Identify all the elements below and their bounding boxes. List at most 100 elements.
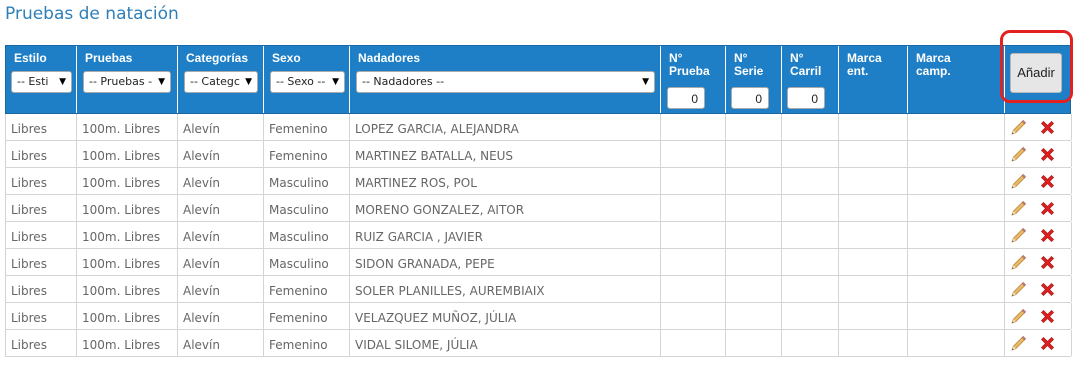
delete-x-icon[interactable] [1039,146,1056,163]
pencil-icon[interactable] [1010,200,1027,217]
cell-prueba: 100m. Libres [77,141,178,167]
cell-empty [726,168,782,194]
cell-empty [839,168,908,194]
delete-x-icon[interactable] [1039,335,1056,352]
cell-categoria: Alevín [178,303,264,329]
row-actions [1005,222,1072,248]
pencil-icon[interactable] [1010,119,1027,136]
cell-empty [782,249,839,275]
cell-empty [782,114,839,140]
cell-empty [908,330,1005,356]
n-prueba-input[interactable]: 0 [667,87,705,109]
pencil-icon[interactable] [1010,335,1027,352]
pencil-icon[interactable] [1010,227,1027,244]
cell-nadador: VELAZQUEZ MUÑOZ, JÚLIA [350,303,661,329]
cell-empty [782,195,839,221]
table-row: Libres 100m. Libres Alevín Femenino LOPEZ GA… [5,114,1072,141]
column-label-pruebas: Pruebas [85,51,133,65]
pencil-icon[interactable] [1010,254,1027,271]
cell-sexo: Masculino [264,168,350,194]
cell-empty [661,222,726,248]
add-button[interactable]: Añadir [1010,53,1062,93]
column-marca-camp: Marca camp. [908,46,1005,113]
column-label-nadadores: Nadadores [358,51,421,65]
cell-empty [839,303,908,329]
categorias-filter-select[interactable]: -- Categc ▼ [184,71,258,93]
cell-nadador: MORENO GONZALEZ, AITOR [350,195,661,221]
delete-x-icon[interactable] [1039,281,1056,298]
pencil-icon[interactable] [1010,308,1027,325]
cell-empty [782,168,839,194]
cell-empty [726,249,782,275]
cell-empty [661,168,726,194]
cell-prueba: 100m. Libres [77,195,178,221]
cell-empty [908,114,1005,140]
cell-empty [782,222,839,248]
delete-x-icon[interactable] [1039,227,1056,244]
sexo-filter-select[interactable]: -- Sexo -- ▼ [270,71,345,93]
cell-empty [839,222,908,248]
table-row: Libres 100m. Libres Alevín Femenino SOLER PL… [5,276,1072,303]
cell-sexo: Femenino [264,276,350,302]
column-n-prueba: N° Prueba 0 [661,46,726,113]
cell-categoria: Alevín [178,141,264,167]
chevron-down-icon: ▼ [245,77,252,87]
cell-empty [839,141,908,167]
estilo-filter-select[interactable]: -- Esti ▼ [11,71,72,93]
cell-prueba: 100m. Libres [77,114,178,140]
table-row: Libres 100m. Libres Alevín Femenino VIDAL SI… [5,330,1072,357]
column-n-carril: N° Carril 0 [782,46,839,113]
cell-empty [782,303,839,329]
cell-prueba: 100m. Libres [77,222,178,248]
chevron-down-icon: ▼ [59,77,66,87]
delete-x-icon[interactable] [1039,119,1056,136]
cell-empty [726,303,782,329]
cell-nadador: MARTINEZ ROS, POL [350,168,661,194]
delete-x-icon[interactable] [1039,173,1056,190]
cell-empty [661,195,726,221]
delete-x-icon[interactable] [1039,254,1056,271]
row-actions [1005,303,1072,329]
column-sexo: Sexo -- Sexo -- ▼ [264,46,350,113]
cell-categoria: Alevín [178,222,264,248]
cell-estilo: Libres [6,114,77,140]
column-label-marca-ent: Marca ent. [847,51,882,78]
cell-categoria: Alevín [178,114,264,140]
page-title: Pruebas de natación [5,4,179,24]
cell-nadador: SOLER PLANILLES, AUREMBIAIX [350,276,661,302]
delete-x-icon[interactable] [1039,200,1056,217]
pencil-icon[interactable] [1010,281,1027,298]
cell-categoria: Alevín [178,276,264,302]
pencil-icon[interactable] [1010,173,1027,190]
cell-categoria: Alevín [178,249,264,275]
cell-empty [908,195,1005,221]
cell-sexo: Masculino [264,249,350,275]
cell-empty [661,141,726,167]
column-pruebas: Pruebas -- Pruebas - ▼ [77,46,178,113]
pencil-icon[interactable] [1010,146,1027,163]
nadadores-filter-select[interactable]: -- Nadadores -- ▼ [356,71,655,93]
n-carril-input[interactable]: 0 [787,87,825,109]
cell-empty [726,330,782,356]
cell-empty [661,303,726,329]
column-estilo: Estilo -- Esti ▼ [6,46,77,113]
n-serie-input[interactable]: 0 [731,87,769,109]
column-label-sexo: Sexo [272,51,301,65]
cell-estilo: Libres [6,249,77,275]
cell-empty [839,195,908,221]
cell-estilo: Libres [6,276,77,302]
cell-estilo: Libres [6,195,77,221]
delete-x-icon[interactable] [1039,308,1056,325]
pruebas-filter-select[interactable]: -- Pruebas - ▼ [83,71,171,93]
cell-empty [661,330,726,356]
cell-estilo: Libres [6,303,77,329]
column-n-serie: N° Serie 0 [726,46,782,113]
cell-empty [661,249,726,275]
cell-prueba: 100m. Libres [77,303,178,329]
cell-sexo: Masculino [264,222,350,248]
row-actions [1005,330,1072,356]
cell-estilo: Libres [6,141,77,167]
row-actions [1005,195,1072,221]
cell-estilo: Libres [6,222,77,248]
cell-empty [908,222,1005,248]
